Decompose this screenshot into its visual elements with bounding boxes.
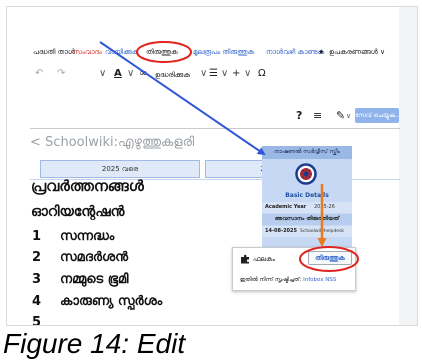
editor-screenshot: പദ്ധതി താൾ സംവാദം വായിക്കുക തിരുത്തുക മൂ… bbox=[6, 6, 418, 326]
tab-discussion[interactable]: സംവാദം bbox=[73, 46, 102, 58]
list-item-label: നമ്മുടെ ഭൂമി bbox=[60, 272, 129, 287]
tab-project-page[interactable]: പദ്ധതി താൾ bbox=[33, 46, 75, 58]
infobox-row: 14-08-2025 Schoolwikihelpdesk bbox=[262, 226, 352, 237]
list-item-number: 3 bbox=[32, 272, 42, 287]
list-item-number: 4 bbox=[32, 294, 42, 309]
save-changes-button[interactable]: സേവ് ചെയ്യുക... bbox=[355, 108, 399, 123]
undo-icon[interactable]: ↶ bbox=[35, 67, 43, 81]
insert-icon[interactable]: + bbox=[232, 67, 240, 81]
special-characters-icon[interactable]: Ω bbox=[258, 67, 266, 81]
figure-caption: Figure 14: Edit bbox=[3, 328, 186, 359]
help-icon[interactable]: ? bbox=[296, 109, 302, 123]
back-icon[interactable]: < bbox=[30, 135, 41, 150]
chevron-down-icon[interactable]: ∨ bbox=[127, 67, 134, 81]
last-edited-date: 14-08-2025 bbox=[265, 228, 297, 234]
infobox[interactable]: നാഷണൽ സർവ്വീസ് സ്കീം Basic Details Acade… bbox=[262, 146, 352, 247]
last-edited-heading: അവസാനം തിരുത്തിയത് bbox=[262, 214, 352, 225]
edit-mode-icon[interactable]: ✎ bbox=[336, 109, 345, 123]
section-heading: പ്രവർത്തനങ്ങൾ bbox=[31, 177, 144, 195]
list-item-number: 5 bbox=[32, 315, 42, 326]
cite-button[interactable]: ഉദ്ധരിക്കുക bbox=[155, 68, 190, 82]
list-icon[interactable]: ☰ bbox=[209, 67, 218, 81]
link-icon[interactable]: ∞ bbox=[139, 67, 147, 81]
chevron-down-icon[interactable]: ∨ bbox=[346, 109, 351, 123]
infobox-row: Academic Year 2025-26 bbox=[262, 202, 352, 213]
last-edited-by: Schoolwikihelpdesk bbox=[300, 229, 345, 234]
list-item-number: 2 bbox=[32, 250, 42, 265]
text-style-icon[interactable]: A bbox=[114, 67, 122, 81]
side-panel bbox=[399, 7, 417, 325]
template-type-label: ഫലകം bbox=[253, 255, 275, 263]
tab-read[interactable]: വായിക്കുക bbox=[105, 46, 138, 58]
watch-star-icon[interactable]: ★ bbox=[318, 46, 324, 58]
academic-year-label: Academic Year bbox=[265, 204, 307, 210]
chevron-down-icon: ∨ bbox=[380, 48, 386, 56]
tab-edit[interactable]: തിരുത്തുക bbox=[146, 46, 178, 58]
list-item-number: 1 bbox=[32, 229, 42, 244]
page-title-text: Schoolwiki:എഴുത്തുകളരി bbox=[45, 135, 195, 150]
list-item-label: കാരുണ്യ സ്പർശം bbox=[60, 294, 163, 309]
edit-template-button[interactable]: തിരുത്തുക bbox=[308, 251, 352, 265]
template-context-popup: ഫലകം തിരുത്തുക ഇതിൽ നിന്ന് സൃഷ്ടിച്ചത്: … bbox=[232, 247, 356, 291]
puzzle-icon bbox=[241, 254, 249, 264]
toolbar-divider bbox=[30, 128, 400, 129]
academic-year-value: 2025-26 bbox=[314, 204, 335, 210]
tab-edit-source[interactable]: മൂലരൂപം തിരുത്തുക bbox=[193, 46, 254, 58]
list-item-label: സന്നദ്ധം bbox=[60, 229, 115, 244]
section-subheading: ഓറിയന്റേഷൻ bbox=[31, 204, 125, 220]
page-title: < Schoolwiki:എഴുത്തുകളരി bbox=[30, 135, 194, 151]
list-item-label: സമദർശൻ bbox=[60, 250, 129, 265]
tools-menu[interactable]: ഉപകരണങ്ങൾ ∨ bbox=[329, 46, 385, 58]
page-options-icon[interactable]: ≡ bbox=[313, 109, 322, 123]
template-source: ഇതിൽ നിന്ന് സൃഷ്ടിച്ചത്: Infobox NSS bbox=[240, 275, 336, 285]
tab-view-history[interactable]: നാൾവഴി കാണുക bbox=[266, 46, 324, 58]
nss-logo-icon bbox=[295, 163, 317, 185]
chevron-down-icon[interactable]: ∨ bbox=[99, 67, 106, 81]
template-source-link[interactable]: Infobox NSS bbox=[303, 277, 336, 283]
template-source-prefix: ഇതിൽ നിന്ന് സൃഷ്ടിച്ചത്: bbox=[240, 277, 302, 283]
tab-until-2025[interactable]: 2025 വരെ bbox=[40, 160, 200, 178]
chevron-down-icon[interactable]: ∨ bbox=[200, 67, 207, 81]
tools-menu-label: ഉപകരണങ്ങൾ bbox=[329, 48, 378, 56]
infobox-section-heading: Basic Details bbox=[285, 192, 329, 199]
redo-icon[interactable]: ↷ bbox=[57, 67, 65, 81]
chevron-down-icon[interactable]: ∨ bbox=[244, 67, 251, 81]
chevron-down-icon[interactable]: ∨ bbox=[221, 67, 228, 81]
infobox-title: നാഷണൽ സർവ്വീസ് സ്കീം bbox=[262, 146, 352, 159]
